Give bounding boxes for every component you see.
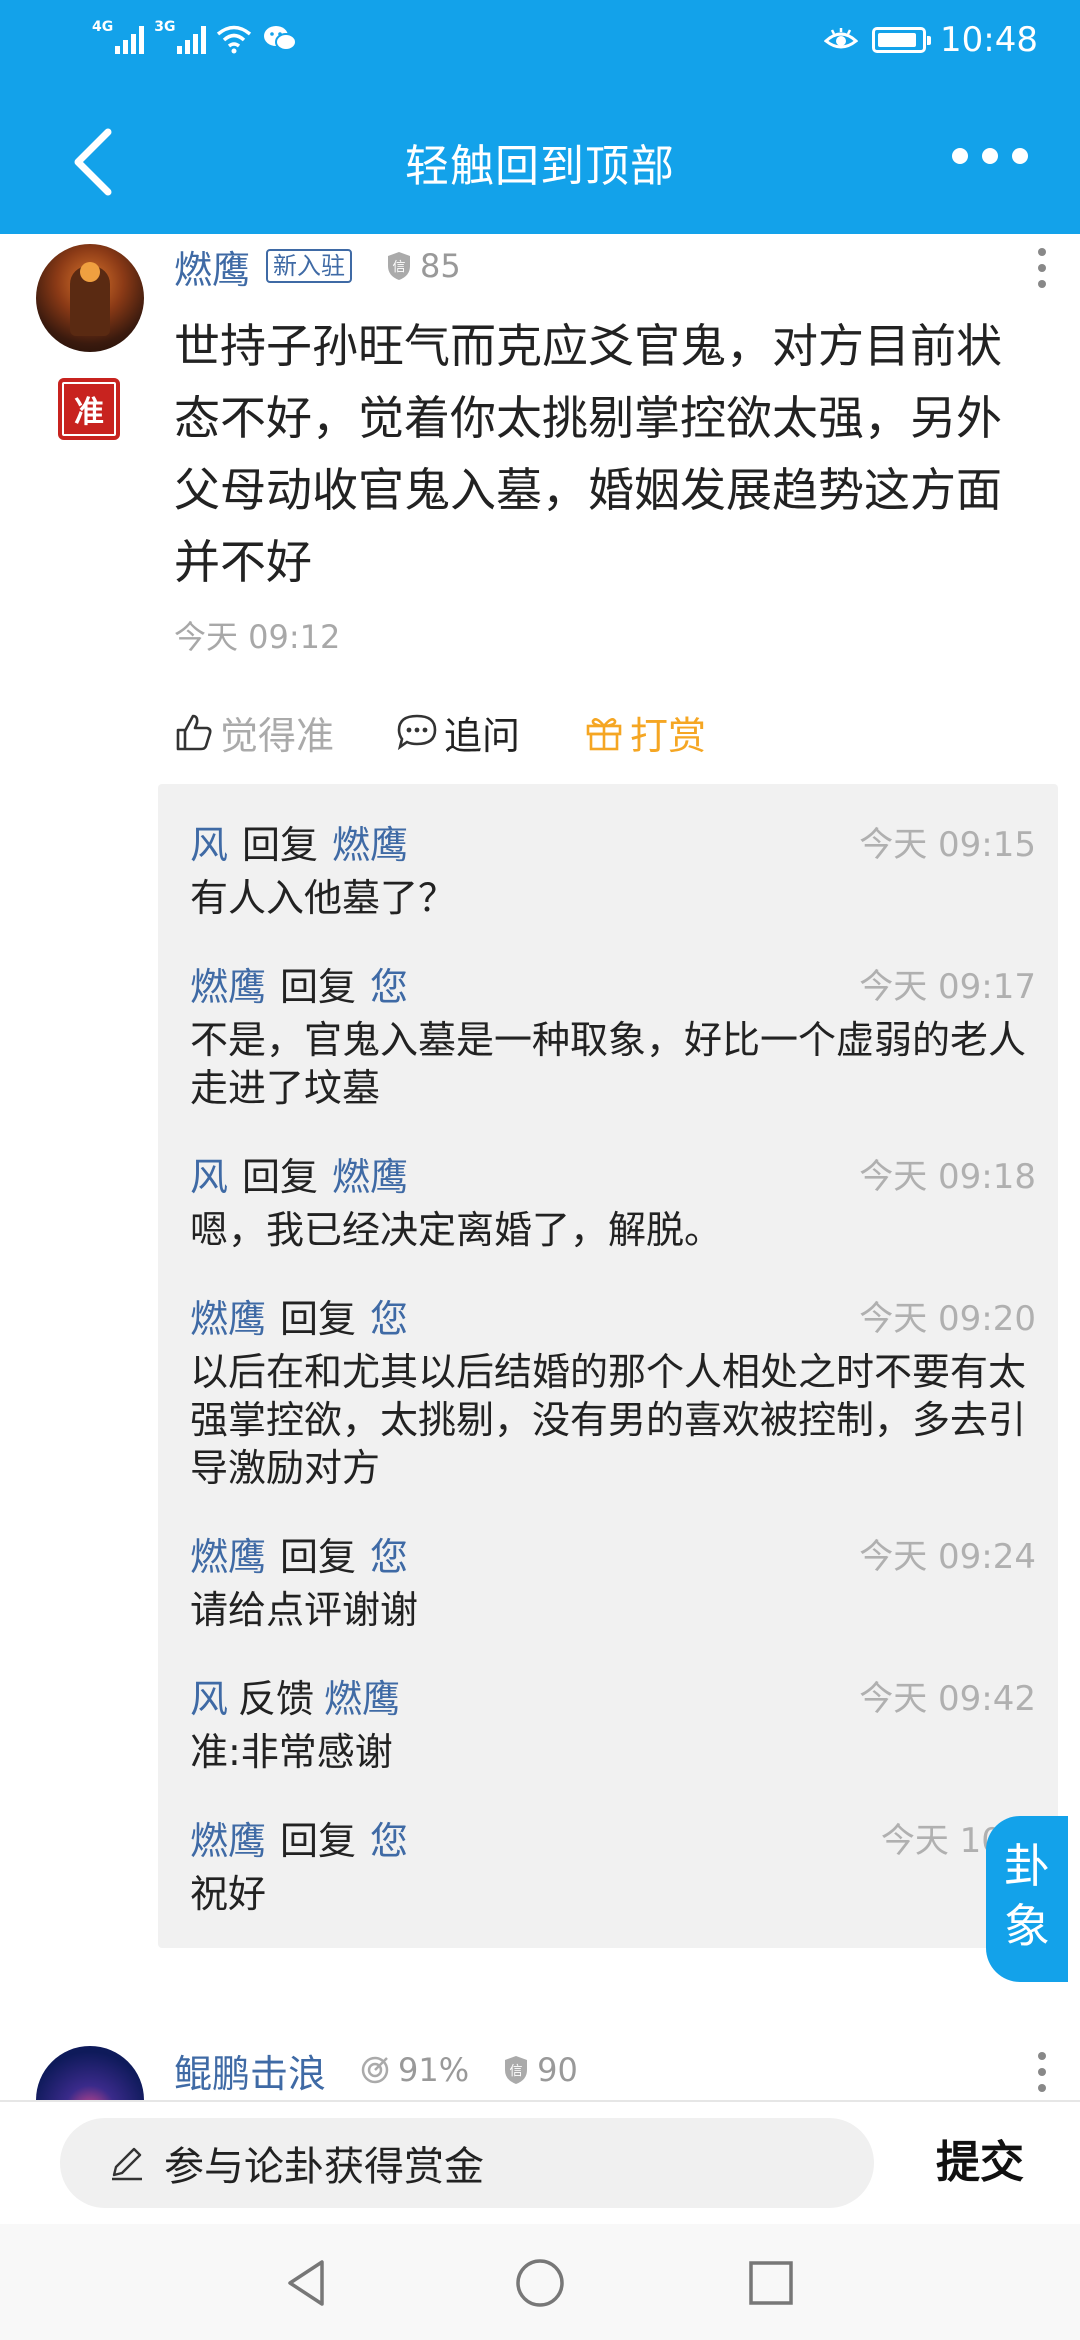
reply-item[interactable]: 风回复 燃鹰 今天 09:18 嗯，我已经决定离婚了，解脱。 (190, 1150, 1036, 1254)
reply-verb: 回复 (280, 1819, 357, 1863)
reply-time: 今天 09:42 (859, 1679, 1036, 1719)
nav-recents-icon[interactable] (744, 2256, 798, 2310)
reply-text: 以后在和尤其以后结婚的那个人相处之时不要有太强掌控欲，太挑剔，没有男的喜欢被控制… (190, 1350, 1027, 1490)
shield-icon: 信 (388, 252, 411, 280)
ask-button[interactable]: 追问 (396, 705, 520, 760)
reply-text: 祝好 (190, 1872, 267, 1916)
reply-from[interactable]: 燃鹰 (190, 1819, 266, 1863)
signal-icon-1: 4G (92, 19, 145, 54)
network-type-2: 3G (154, 19, 176, 35)
reply-time: 今天 09:24 (859, 1537, 1036, 1577)
reply-text: 请给点评谢谢 (190, 1588, 419, 1632)
reply-from[interactable]: 燃鹰 (190, 1297, 266, 1341)
eye-comfort-icon (824, 28, 859, 49)
comment-input[interactable]: 参与论卦获得赏金 (60, 2118, 874, 2208)
reply-time: 今天 09:18 (859, 1157, 1036, 1197)
reward-label: 打赏 (630, 713, 707, 758)
like-button[interactable]: 觉得准 (174, 705, 334, 760)
trust-score-value: 90 (537, 2051, 578, 2089)
post-username[interactable]: 鲲鹏击浪 (174, 2043, 326, 2098)
svg-text:信: 信 (393, 260, 406, 275)
trust-score: 信 90 (503, 2051, 578, 2089)
status-bar: 4G 3G 10:48 (0, 0, 1080, 82)
nav-home-icon[interactable] (513, 2256, 567, 2310)
reply-to[interactable]: 燃鹰 (324, 1677, 400, 1721)
svg-text:信: 信 (510, 2064, 523, 2079)
reply-to[interactable]: 您 (370, 965, 408, 1009)
nav-back-icon[interactable] (282, 2256, 336, 2310)
more-options-icon[interactable] (952, 148, 1028, 164)
status-icons-left: 4G 3G (92, 20, 298, 54)
reply-verb: 回复 (280, 1535, 357, 1579)
reply-item[interactable]: 燃鹰 回复您 今天 09:17 不是，官鬼入墓是一种取象，好比一个虚弱的老人走进了坟… (190, 960, 1036, 1112)
battery-icon (872, 27, 932, 53)
reply-to[interactable]: 燃鹰 (332, 1155, 408, 1199)
reply-from[interactable]: 风 (190, 823, 228, 867)
reward-button[interactable]: 打赏 (584, 705, 706, 760)
new-member-badge: 新入驻 (266, 249, 353, 283)
chat-bubble-icon (397, 714, 437, 751)
scroll-to-top-title[interactable]: 轻触回到顶部 (0, 130, 1080, 194)
reply-text: 不是，官鬼入墓是一种取象，好比一个虚弱的老人走进了坟墓 (190, 1018, 1027, 1110)
ask-label: 追问 (444, 713, 521, 758)
like-label: 觉得准 (220, 713, 335, 758)
thumbs-up-icon (176, 714, 212, 751)
reply-item[interactable]: 风反馈 燃鹰 今天 09:42 准:非常感谢 (190, 1672, 1036, 1776)
reply-text: 有人入他墓了？ (190, 876, 457, 920)
post-header: 燃鹰 新入驻 信 85 (174, 240, 461, 292)
comment-bar: 参与论卦获得赏金 提交 (0, 2100, 1080, 2226)
reply-from[interactable]: 风 (190, 1677, 228, 1721)
status-icons-right: 10:48 (824, 20, 1038, 60)
post-menu-icon[interactable] (1038, 248, 1046, 288)
accurate-seal-icon: 准 (58, 378, 120, 440)
trust-score: 信 85 (386, 247, 461, 285)
reply-item[interactable]: 风回复 燃鹰 今天 09:15 有人入他墓了？ (190, 818, 1036, 922)
reply-text: 嗯，我已经决定离婚了，解脱。 (190, 1208, 723, 1252)
post-menu-icon[interactable] (1038, 2052, 1046, 2092)
reply-item[interactable]: 燃鹰 回复您 今天 09:20 以后在和尤其以后结婚的那个人相处之时不要有太强掌控欲… (190, 1292, 1036, 1492)
reply-to[interactable]: 您 (370, 1297, 408, 1341)
reply-to[interactable]: 您 (370, 1819, 408, 1863)
reply-item[interactable]: 燃鹰 回复您 今天 09:24 请给点评谢谢 (190, 1530, 1036, 1634)
target-icon (361, 2056, 389, 2084)
reply-from[interactable]: 燃鹰 (190, 1535, 266, 1579)
reply-verb: 反馈 (238, 1677, 315, 1721)
trust-score-value: 85 (420, 247, 461, 285)
post-username[interactable]: 燃鹰 (174, 239, 250, 294)
reply-item[interactable]: 燃鹰 回复您今天 10:5 祝好 (190, 1814, 1036, 1918)
reply-to[interactable]: 燃鹰 (332, 823, 408, 867)
reply-verb: 回复 (242, 1155, 319, 1199)
post-header: 鲲鹏击浪 91% 信 90 (174, 2044, 578, 2096)
network-type-1: 4G (92, 19, 114, 35)
reply-time: 今天 09:17 (859, 967, 1036, 1007)
signal-icon-2: 3G (154, 19, 207, 54)
post-time: 今天 09:12 (174, 618, 341, 656)
reply-to[interactable]: 您 (370, 1535, 408, 1579)
reply-verb: 回复 (280, 965, 357, 1009)
post-actions: 觉得准 追问 打赏 (174, 700, 706, 764)
reply-thread: 风回复 燃鹰 今天 09:15 有人入他墓了？ 燃鹰 回复您今天 09:17 不是，官… (158, 784, 1058, 1948)
accuracy-value: 91% (398, 2051, 470, 2089)
post-content: 世持子孙旺气而克应爻官鬼，对方目前状态不好，觉着你太挑剔掌控欲太强，另外父母动收… (174, 319, 1002, 589)
wechat-icon (264, 26, 298, 51)
avatar[interactable] (36, 244, 144, 352)
reply-time: 今天 09:15 (859, 825, 1036, 865)
nav-bar[interactable]: 轻触回到顶部 (0, 82, 1080, 234)
accuracy-rate: 91% (360, 2051, 469, 2089)
gift-icon (586, 718, 622, 751)
reply-from[interactable]: 风 (190, 1155, 228, 1199)
reply-from[interactable]: 燃鹰 (190, 965, 266, 1009)
hexagram-button[interactable]: 卦象 (986, 1816, 1068, 1982)
comment-placeholder: 参与论卦获得赏金 (164, 2144, 484, 2190)
reply-time: 今天 09:20 (859, 1299, 1036, 1339)
pencil-icon (112, 2147, 142, 2181)
clock: 10:48 (940, 20, 1038, 60)
shield-icon: 信 (505, 2056, 528, 2084)
reply-verb: 回复 (242, 823, 319, 867)
reply-verb: 回复 (280, 1297, 357, 1341)
wifi-icon (217, 25, 252, 54)
submit-button[interactable]: 提交 (936, 2118, 1024, 2208)
reply-text: 准:非常感谢 (190, 1730, 393, 1774)
system-nav-bar (0, 2224, 1080, 2340)
